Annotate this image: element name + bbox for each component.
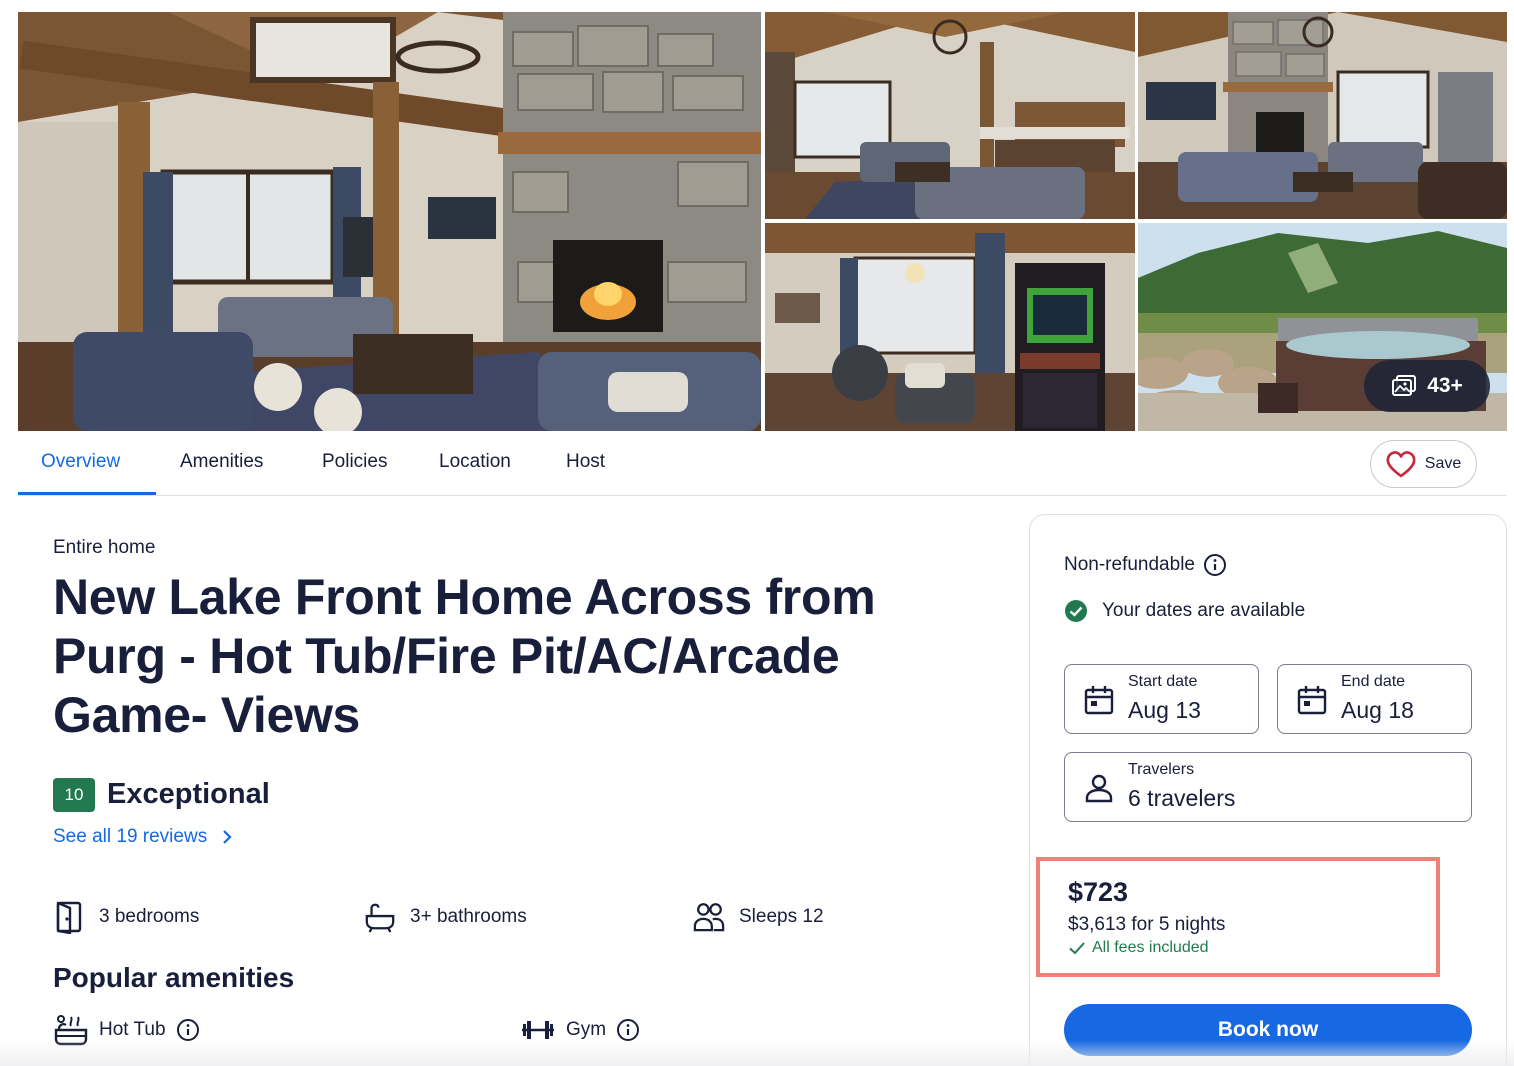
bathtub-icon xyxy=(365,903,395,933)
property-type: Entire home xyxy=(53,537,156,558)
open-kitchen-living-photo[interactable] xyxy=(765,12,1135,219)
reviews-link-label: See all 19 reviews xyxy=(53,826,208,847)
dumbbell-icon xyxy=(522,1021,554,1039)
amenity-hot-tub: Hot Tub xyxy=(53,1014,200,1046)
rating-score-badge: 10 xyxy=(53,778,95,812)
property-facts: 3 bedrooms 3+ bathrooms Sleeps 12 xyxy=(53,900,953,940)
tab-policies[interactable]: Policies xyxy=(322,451,387,473)
calendar-icon xyxy=(1084,686,1114,715)
travelers-value: 6 travelers xyxy=(1128,785,1236,811)
travelers-label: Travelers xyxy=(1128,761,1195,778)
start-date-field[interactable]: Start date Aug 13 xyxy=(1064,664,1259,734)
photo-gallery-icon xyxy=(1392,375,1417,396)
people-icon xyxy=(693,903,725,932)
bedrooms-fact: 3 bedrooms xyxy=(53,900,199,934)
info-icon[interactable] xyxy=(176,1018,200,1042)
start-date-label: Start date xyxy=(1128,673,1198,690)
info-icon[interactable] xyxy=(616,1018,640,1042)
travelers-field[interactable]: Travelers 6 travelers xyxy=(1064,752,1472,822)
start-date-value: Aug 13 xyxy=(1128,697,1201,723)
gym-label: Gym xyxy=(566,1019,607,1040)
tab-amenities[interactable]: Amenities xyxy=(180,451,263,473)
section-tabs: Overview Amenities Policies Location Hos… xyxy=(18,432,1507,496)
fees-note: All fees included xyxy=(1068,939,1209,957)
end-date-label: End date xyxy=(1341,673,1406,690)
check-icon xyxy=(1069,942,1085,955)
info-icon[interactable] xyxy=(1203,553,1227,577)
tab-overview[interactable]: Overview xyxy=(41,451,120,473)
hot-tub-label: Hot Tub xyxy=(99,1019,166,1040)
person-icon xyxy=(1085,774,1113,803)
end-date-value: Aug 18 xyxy=(1341,697,1414,723)
active-tab-indicator xyxy=(18,492,156,495)
amenity-gym: Gym xyxy=(520,1014,640,1046)
booking-card: Non-refundable Your dates are available … xyxy=(1029,514,1507,1066)
refund-policy: Non-refundable xyxy=(1064,553,1227,577)
bedrooms-label: 3 bedrooms xyxy=(99,906,200,927)
page-title: New Lake Front Home Across from Purg - H… xyxy=(53,569,876,743)
save-button[interactable]: Save xyxy=(1370,440,1477,488)
living-room-tv-photo[interactable] xyxy=(1138,12,1507,219)
photo-gallery: 43+ xyxy=(18,12,1507,431)
end-date-field[interactable]: End date Aug 18 xyxy=(1277,664,1472,734)
price-total: $3,613 for 5 nights xyxy=(1068,914,1226,935)
save-label: Save xyxy=(1424,455,1462,472)
sleeps-label: Sleeps 12 xyxy=(739,906,824,927)
calendar-icon xyxy=(1297,686,1327,715)
book-now-button[interactable]: Book now xyxy=(1064,1004,1472,1056)
living-room-fireplace-photo[interactable] xyxy=(18,12,761,431)
sleeps-fact: Sleeps 12 xyxy=(693,900,824,934)
bathrooms-label: 3+ bathrooms xyxy=(410,906,527,927)
hot-tub-icon xyxy=(54,1015,88,1046)
fees-note-label: All fees included xyxy=(1092,939,1209,956)
tab-location[interactable]: Location xyxy=(439,451,511,473)
view-all-photos-button[interactable]: 43+ xyxy=(1364,360,1490,412)
price-per-night: $723 xyxy=(1068,877,1129,907)
popular-amenities-heading: Popular amenities xyxy=(53,962,295,993)
more-photos-count: 43+ xyxy=(1427,374,1463,397)
check-circle-icon xyxy=(1065,600,1087,622)
door-icon xyxy=(56,901,82,934)
availability-status: Your dates are available xyxy=(1064,599,1305,623)
bathrooms-fact: 3+ bathrooms xyxy=(364,900,527,934)
chevron-right-icon xyxy=(223,830,232,844)
rating-label: Exceptional xyxy=(107,778,270,810)
availability-label: Your dates are available xyxy=(1102,600,1306,621)
heart-icon xyxy=(1386,451,1416,478)
arcade-game-room-photo[interactable] xyxy=(765,223,1135,431)
price-summary: $723 $3,613 for 5 nights All fees includ… xyxy=(1036,857,1440,977)
tab-host[interactable]: Host xyxy=(566,451,605,473)
refund-policy-label: Non-refundable xyxy=(1064,554,1195,575)
see-all-reviews-link[interactable]: See all 19 reviews xyxy=(53,826,233,848)
